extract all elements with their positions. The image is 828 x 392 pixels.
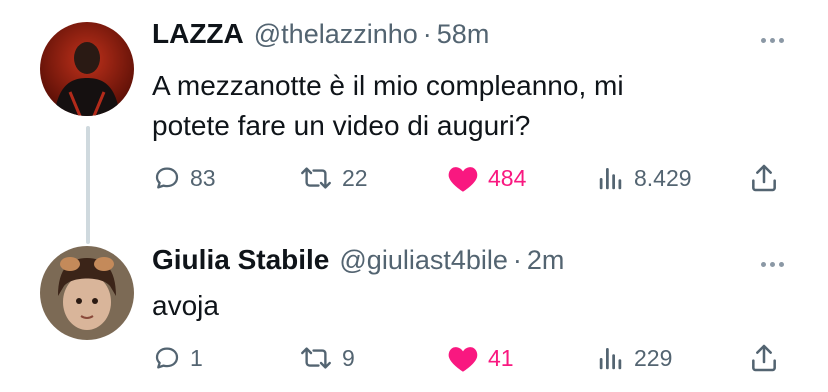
tweet-text-line: A mezzanotte è il mio compleanno, mi	[152, 70, 624, 101]
like-count: 484	[488, 164, 527, 191]
tweet-text-line: avoja	[152, 290, 219, 321]
views-count: 8.429	[634, 164, 692, 191]
separator-dot: ·	[512, 245, 522, 275]
share-button[interactable]	[748, 158, 780, 198]
retweet-button[interactable]: 22	[298, 158, 368, 198]
tweet-1[interactable]: LAZZA @thelazzinho · 58m A mezzanotte è …	[0, 0, 828, 244]
reply-count: 1	[190, 344, 203, 371]
retweet-button[interactable]: 9	[298, 338, 355, 378]
retweet-icon	[301, 347, 331, 369]
tweet-header: Giulia Stabile @giuliast4bile · 2m	[152, 244, 564, 276]
action-bar: 83 22 484 8.429	[152, 158, 792, 198]
views-button[interactable]: 8.429	[596, 158, 692, 198]
avatar[interactable]	[40, 246, 134, 340]
share-button[interactable]	[748, 338, 780, 378]
share-icon	[752, 164, 776, 192]
action-bar: 1 9 41 229	[152, 338, 792, 378]
reply-icon	[155, 167, 179, 189]
views-icon	[599, 348, 622, 370]
timestamp[interactable]: 58m	[437, 19, 490, 50]
timestamp[interactable]: 2m	[527, 245, 565, 276]
author-name[interactable]: LAZZA	[152, 18, 244, 50]
thread-line	[86, 126, 90, 244]
like-button[interactable]: 41	[446, 338, 514, 378]
more-icon[interactable]	[761, 38, 784, 43]
avatar[interactable]	[40, 22, 134, 116]
tweet-header: LAZZA @thelazzinho · 58m	[152, 18, 489, 50]
like-count: 41	[488, 344, 514, 371]
tweet-text: avoja	[152, 286, 219, 326]
reply-button[interactable]: 83	[152, 158, 216, 198]
tweet-2[interactable]: Giulia Stabile @giuliast4bile · 2m avoja…	[0, 240, 828, 392]
reply-count: 83	[190, 164, 216, 191]
heart-icon	[448, 347, 478, 372]
reply-icon	[155, 347, 179, 369]
author-name[interactable]: Giulia Stabile	[152, 244, 329, 276]
tweet-text: A mezzanotte è il mio compleanno, mi pot…	[152, 66, 624, 146]
share-icon	[752, 344, 776, 372]
author-handle[interactable]: @giuliast4bile	[339, 245, 508, 276]
heart-icon	[448, 167, 478, 192]
retweet-count: 9	[342, 344, 355, 371]
views-count: 229	[634, 344, 673, 371]
retweet-count: 22	[342, 164, 368, 191]
views-icon	[599, 168, 622, 190]
retweet-icon	[301, 167, 331, 189]
reply-button[interactable]: 1	[152, 338, 203, 378]
like-button[interactable]: 484	[446, 158, 526, 198]
more-icon[interactable]	[761, 262, 784, 267]
views-button[interactable]: 229	[596, 338, 672, 378]
separator-dot: ·	[422, 19, 432, 49]
tweet-text-line: potete fare un video di auguri?	[152, 110, 531, 141]
author-handle[interactable]: @thelazzinho	[254, 19, 418, 50]
